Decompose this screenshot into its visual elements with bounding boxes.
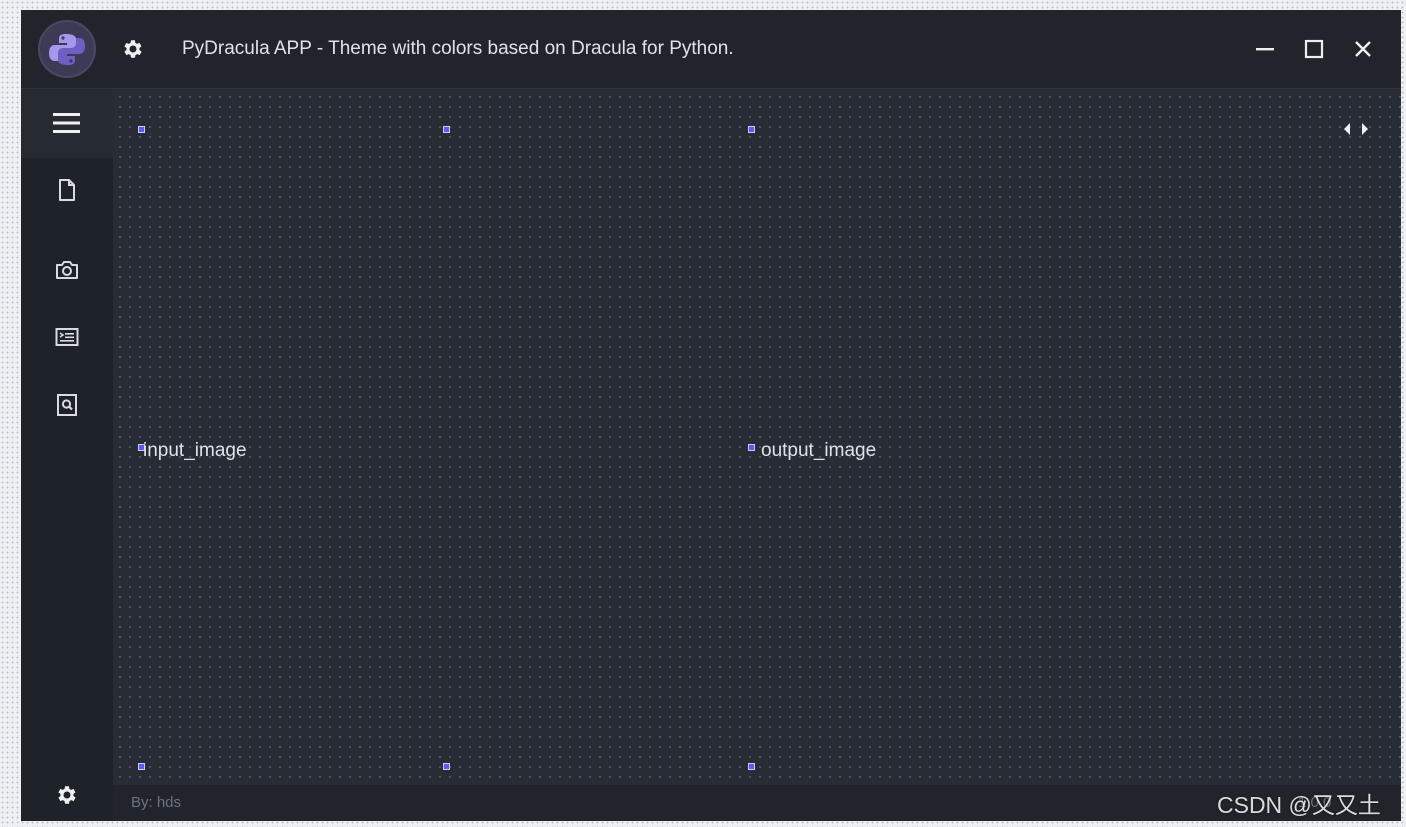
- input-image-label: input_image: [143, 440, 247, 461]
- menu-toggle-button[interactable]: [21, 89, 113, 158]
- minimize-icon[interactable]: [1254, 38, 1276, 60]
- selection-handle[interactable]: [748, 444, 755, 451]
- title-bar[interactable]: PyDracula APP - Theme with colors based …: [21, 10, 1401, 89]
- window-title: PyDracula APP - Theme with colors based …: [182, 38, 734, 59]
- maximize-icon[interactable]: [1303, 38, 1325, 60]
- scroll-arrows[interactable]: [1341, 121, 1371, 135]
- selection-handle[interactable]: [443, 126, 450, 133]
- camera-icon[interactable]: [55, 258, 79, 282]
- arrow-left-icon: [1344, 123, 1350, 135]
- selection-handle[interactable]: [138, 126, 145, 133]
- close-icon[interactable]: [1352, 38, 1374, 60]
- document-search-icon[interactable]: [55, 393, 79, 417]
- gear-icon[interactable]: [55, 783, 79, 807]
- selection-handle[interactable]: [138, 763, 145, 770]
- hamburger-menu-icon: [53, 113, 80, 133]
- credits-label: By: hds: [131, 794, 182, 811]
- designer-canvas: input_image output_image: [113, 89, 1401, 785]
- settings-gear-icon[interactable]: [121, 37, 145, 61]
- app-window: PyDracula APP - Theme with colors based …: [21, 10, 1401, 821]
- selection-handle[interactable]: [748, 763, 755, 770]
- python-logo-icon: [38, 20, 96, 78]
- arrow-right-icon: [1362, 123, 1368, 135]
- status-bar: By: hds 1.0.0: [113, 785, 1401, 821]
- selection-handle[interactable]: [748, 126, 755, 133]
- id-card-icon[interactable]: [55, 325, 79, 349]
- file-icon[interactable]: [55, 178, 79, 202]
- watermark-text: CSDN @又又土: [1217, 792, 1381, 818]
- output-image-label: output_image: [761, 440, 877, 461]
- selection-handle[interactable]: [443, 763, 450, 770]
- left-menu: [21, 89, 113, 821]
